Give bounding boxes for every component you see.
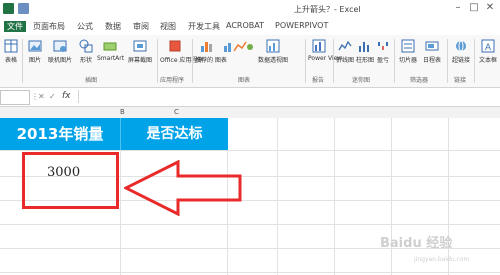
baidu-watermark-url: jingyan.baidu.com (414, 256, 470, 263)
left-arrow-annotation-icon (124, 160, 242, 216)
sparkline-column-button[interactable]: 柱形图 (356, 39, 374, 69)
header-cell-sales-2013[interactable]: 2013年销量 (0, 118, 120, 150)
name-box[interactable] (0, 90, 30, 105)
sparkline-column-icon (359, 42, 369, 52)
recommended-charts-button[interactable]: 推荐的 图表 (195, 39, 227, 69)
maximize-button[interactable]: □ (468, 2, 480, 14)
tab-review[interactable]: 审阅 (133, 21, 149, 32)
formula-input[interactable] (78, 90, 499, 103)
slicer-button[interactable]: 切片器 (397, 39, 419, 69)
text-box-button[interactable]: A 文本框 (477, 39, 499, 69)
sparkline-winloss-icon (378, 42, 388, 50)
text-box-icon: A (481, 39, 495, 53)
pivot-chart-button[interactable]: 数据透视图 (258, 39, 288, 69)
timeline-icon (425, 41, 439, 51)
smartart-icon (103, 42, 117, 51)
fx-icon[interactable]: fx (62, 91, 71, 101)
group-illustrations: 插图 (85, 77, 98, 84)
power-view-icon (312, 39, 326, 53)
pictures-button[interactable]: 图片 (26, 39, 44, 69)
formula-bar: ⋮ ✕ ✓ fx (0, 88, 500, 107)
highlighted-cell-box[interactable] (22, 152, 119, 209)
tab-powerpivot[interactable]: POWERPIVOT (275, 21, 328, 30)
smartart-button[interactable]: SmartArt (97, 39, 124, 69)
minimize-button[interactable]: – (452, 2, 464, 14)
tab-formulas[interactable]: 公式 (77, 21, 93, 32)
timeline-button[interactable]: 日程表 (421, 39, 443, 69)
group-reports: 报告 (312, 77, 325, 84)
chart-types-icon (224, 41, 253, 52)
screenshot-button[interactable]: 屏幕截图 (126, 39, 154, 69)
sparkline-line-button[interactable]: 折线图 (336, 39, 354, 69)
table-button[interactable]: 表格 (2, 39, 20, 69)
confirm-icon[interactable]: ✓ (49, 92, 56, 101)
recommended-charts-icon (201, 42, 212, 52)
title-bar: 上升箭头？- Excel – □ ✕ (0, 0, 500, 18)
office-apps-button[interactable]: Office 应用程序 (160, 39, 203, 69)
group-apps: 应用程序 (160, 77, 185, 84)
cancel-icon[interactable]: ✕ (38, 92, 45, 101)
window-title: 上升箭头？- Excel (294, 5, 361, 14)
group-charts: 图表 (238, 77, 251, 84)
slicer-icon (401, 39, 415, 53)
tab-page-layout[interactable]: 页面布局 (33, 21, 65, 32)
power-view-button[interactable]: Power View (308, 39, 342, 69)
svg-text:A: A (485, 42, 491, 52)
ribbon: 表格 图片 联机图片 形状 SmartArt 屏幕截图 插图 Office 应用… (0, 35, 500, 88)
tab-data[interactable]: 数据 (105, 21, 121, 32)
group-sparklines: 迷你图 (352, 77, 371, 84)
tab-developer[interactable]: 开发工具 (188, 21, 220, 32)
tab-file[interactable]: 文件 (4, 21, 26, 32)
tab-acrobat[interactable]: ACROBAT (226, 21, 264, 30)
sparkline-winloss-button[interactable]: 盈亏 (376, 39, 390, 69)
tab-view[interactable]: 视图 (160, 21, 176, 32)
sparkline-line-icon (338, 40, 352, 51)
online-pictures-button[interactable]: 联机图片 (47, 39, 73, 69)
online-picture-icon (53, 40, 67, 52)
close-button[interactable]: ✕ (484, 2, 496, 14)
column-header-c[interactable]: C (174, 108, 179, 116)
worksheet-grid[interactable]: 2013年销量 是否达标 3000 (0, 118, 500, 275)
chart-types-button[interactable] (220, 39, 256, 69)
save-icon[interactable] (18, 3, 29, 14)
group-filters: 筛选器 (410, 77, 429, 84)
sales-value-cell[interactable]: 3000 (47, 165, 80, 180)
pivot-chart-icon (266, 39, 280, 53)
shapes-icon (79, 39, 93, 53)
picture-icon (28, 40, 42, 52)
ribbon-tabs: 文件 页面布局 公式 数据 审阅 视图 开发工具 ACROBAT POWERPI… (0, 18, 500, 36)
screenshot-icon (133, 40, 147, 52)
group-links: 链接 (454, 77, 467, 84)
hyperlink-button[interactable]: 超链接 (450, 39, 472, 69)
hyperlink-icon (456, 40, 466, 52)
column-header-b[interactable]: B (120, 108, 125, 116)
office-store-icon (169, 40, 181, 52)
excel-logo-icon (3, 3, 14, 14)
shapes-button[interactable]: 形状 (77, 39, 95, 69)
baidu-watermark: Baidu 经验 (380, 236, 453, 251)
header-cell-target-met[interactable]: 是否达标 (120, 118, 228, 150)
table-icon (4, 39, 18, 53)
